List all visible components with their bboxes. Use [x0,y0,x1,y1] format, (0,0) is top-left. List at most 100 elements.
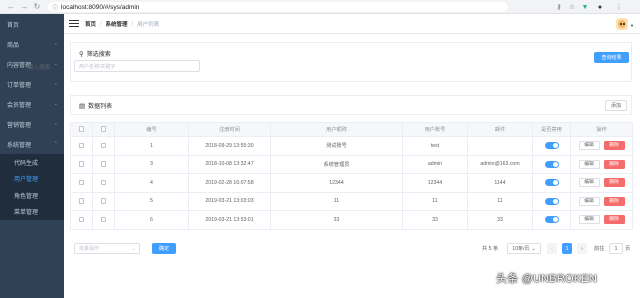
key-icon[interactable]: ⚷ [554,2,564,12]
sidebar-item-home[interactable]: 首页 [0,14,64,34]
sidebar-item-users[interactable]: 用户管理 [0,171,64,188]
row-checkbox[interactable] [100,198,107,204]
delete-button[interactable]: 删除 [603,196,625,206]
goto-page-input[interactable]: 1 [609,243,623,254]
search-input[interactable]: 用户名称/关键字 [74,60,200,72]
row-checkbox[interactable] [78,179,85,186]
forward-icon[interactable]: → [19,2,29,12]
batch-action-placeholder: 批量操作 [79,246,100,252]
sidebar-item-codegen[interactable]: 代码生成 [0,154,64,171]
delete-button[interactable]: 删除 [603,159,625,169]
row-checkbox[interactable] [78,198,85,204]
list-icon: ▤ [79,102,86,110]
sidebar-item-product[interactable]: 商品 ⌄ [0,34,64,54]
star-icon[interactable]: ☆ [567,2,577,12]
watermark: 头条 @UNBROKEN [496,273,597,285]
url-text: localhost:8090/#/sys/admin [61,3,140,11]
select-all-checkbox[interactable] [78,126,85,132]
edit-button[interactable]: 编辑 [578,159,600,169]
delete-button[interactable]: 删除 [603,141,625,151]
sidebar-item-label: 商品 [7,42,20,49]
column-header: 用户昵称 [270,122,403,137]
caret-down-icon[interactable]: ▼ [630,23,634,28]
reload-icon[interactable]: ↻ [32,2,42,12]
search-button[interactable]: 查询结果 [594,52,629,63]
table-row: 5 2019-03-21 13:03:03 11 11 11 编辑 删除 [70,191,633,211]
menu-kebab-icon[interactable]: ⋮ [614,2,624,12]
row-checkbox[interactable] [78,216,85,223]
prev-page-button[interactable]: ‹ [547,243,557,254]
sidebar-item-members[interactable]: 会员管理 ⌄ [0,94,64,114]
cell-register-time: 2019-03-21 13:03:03 [188,191,271,211]
table-header-row: 编号 注册时间 用户昵称 用户账号 邮件 是否禁用 操作 [70,122,633,137]
breadcrumb-system: 系统管理 [105,21,128,28]
list-header-card: ▤ 数据列表 添加 [70,95,632,115]
edit-button[interactable]: 编辑 [578,215,600,225]
row-checkbox-cell [70,154,93,174]
goto-label: 前往 [594,246,605,252]
row-checkbox[interactable] [100,179,107,186]
cell-nickname: 11 [270,191,403,211]
table-row: 6 2019-03-21 13:53:01 33 33 33 编辑 删除 [70,210,633,230]
page-number-button[interactable]: 1 [562,243,572,254]
sidebar-item-roles[interactable]: 角色管理 [0,187,64,204]
cell-email: admin@163.com [467,154,533,174]
hamburger-icon[interactable] [69,19,79,28]
row-checkbox-cell [70,210,93,230]
table-row: 3 2018-10-08 13:32:47 系统管理员 admin admin@163.… [70,154,633,174]
enabled-toggle[interactable] [544,179,559,187]
cell-email: 33 [467,210,533,230]
back-icon[interactable]: ← [6,2,16,12]
cell-account: 12344 [402,173,468,193]
column-header: 邮件 [467,122,533,137]
delete-button[interactable]: 删除 [603,215,625,225]
column-header: 编号 [114,122,189,137]
sidebar-item-label: 角色管理 [14,193,39,200]
row-checkbox[interactable] [78,142,85,149]
row-checkbox[interactable] [100,142,107,149]
row-checkbox[interactable] [100,161,107,167]
edit-button[interactable]: 编辑 [578,196,600,206]
page-size-value: 10条/页 [512,246,530,252]
enabled-toggle[interactable] [544,197,559,205]
avatar[interactable] [616,18,628,30]
edit-button[interactable]: 编辑 [578,141,600,151]
cell-actions: 编辑 删除 [570,173,633,193]
sidebar-item-marketing[interactable]: 营销管理 ⌄ [0,114,64,134]
cell-enabled [532,191,571,211]
row-checkbox-cell [70,173,93,193]
cell-account: 33 [402,210,468,230]
edit-button[interactable]: 编辑 [578,178,600,188]
sidebar-item-orders[interactable]: 订单管理 ⌄ [0,74,64,94]
vue-devtools-icon[interactable]: ▼ [580,2,590,12]
row-checkbox-cell [92,210,115,230]
user-table: 编号 注册时间 用户昵称 用户账号 邮件 是否禁用 操作 1 2018-09-29… [70,122,633,230]
enabled-toggle[interactable] [544,216,559,224]
sidebar-item-label: 用户管理 [14,177,39,184]
chevron-down-icon: ⌄ [53,61,58,67]
cell-id: 3 [114,154,189,174]
cell-nickname: 12344 [270,173,403,193]
select-all-checkbox[interactable] [100,126,107,132]
row-checkbox[interactable] [100,216,107,223]
breadcrumb-separator: / [100,20,102,27]
profile-icon[interactable]: ● [595,2,605,12]
batch-action-select[interactable]: 批量操作 ⌄ [74,243,140,254]
sidebar-item-system[interactable]: 系统管理 ⌃ [0,134,64,154]
cell-account: 11 [402,191,468,211]
row-checkbox[interactable] [78,161,85,167]
enabled-toggle[interactable] [544,160,559,168]
address-bar[interactable]: ⓘ localhost:8090/#/sys/admin [48,2,508,12]
delete-button[interactable]: 删除 [603,178,625,188]
cell-register-time: 2019-03-21 13:53:01 [188,210,271,230]
breadcrumb-home[interactable]: 首页 [85,20,96,28]
enabled-toggle[interactable] [544,142,559,150]
pagination-total: 共 5 条 [482,246,499,252]
page-size-select[interactable]: 10条/页 ⌄ [507,243,541,254]
cell-enabled [532,154,571,174]
next-page-button[interactable]: › [577,243,587,254]
filter-title-text: 筛选搜索 [86,52,111,58]
confirm-button[interactable]: 确定 [152,243,176,254]
sidebar-item-menus[interactable]: 菜单管理 [0,204,64,221]
add-button[interactable]: 添加 [605,100,627,111]
